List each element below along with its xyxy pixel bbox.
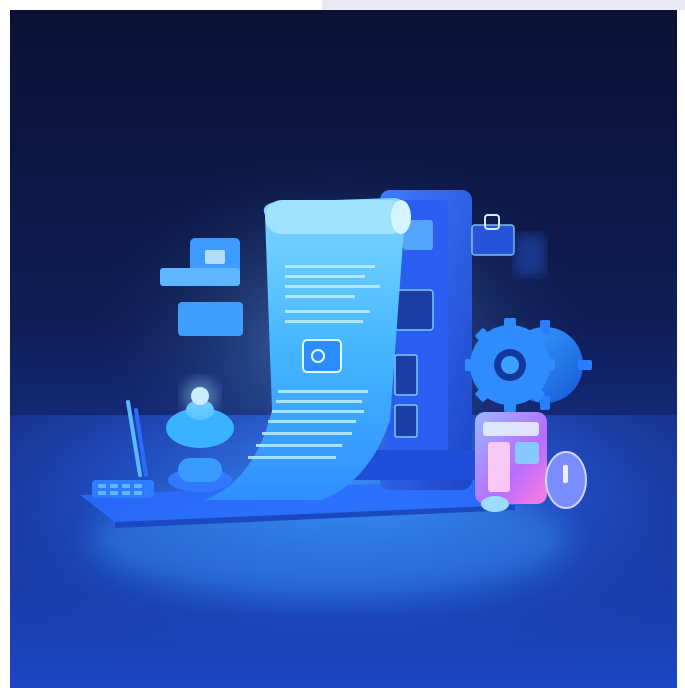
keyboard-icon <box>92 480 154 498</box>
image-frame <box>0 0 685 688</box>
top-border-strip <box>322 0 685 10</box>
server-box-icon <box>475 412 547 512</box>
clock-coin-icon <box>545 451 587 509</box>
illustration-scene <box>10 10 677 688</box>
